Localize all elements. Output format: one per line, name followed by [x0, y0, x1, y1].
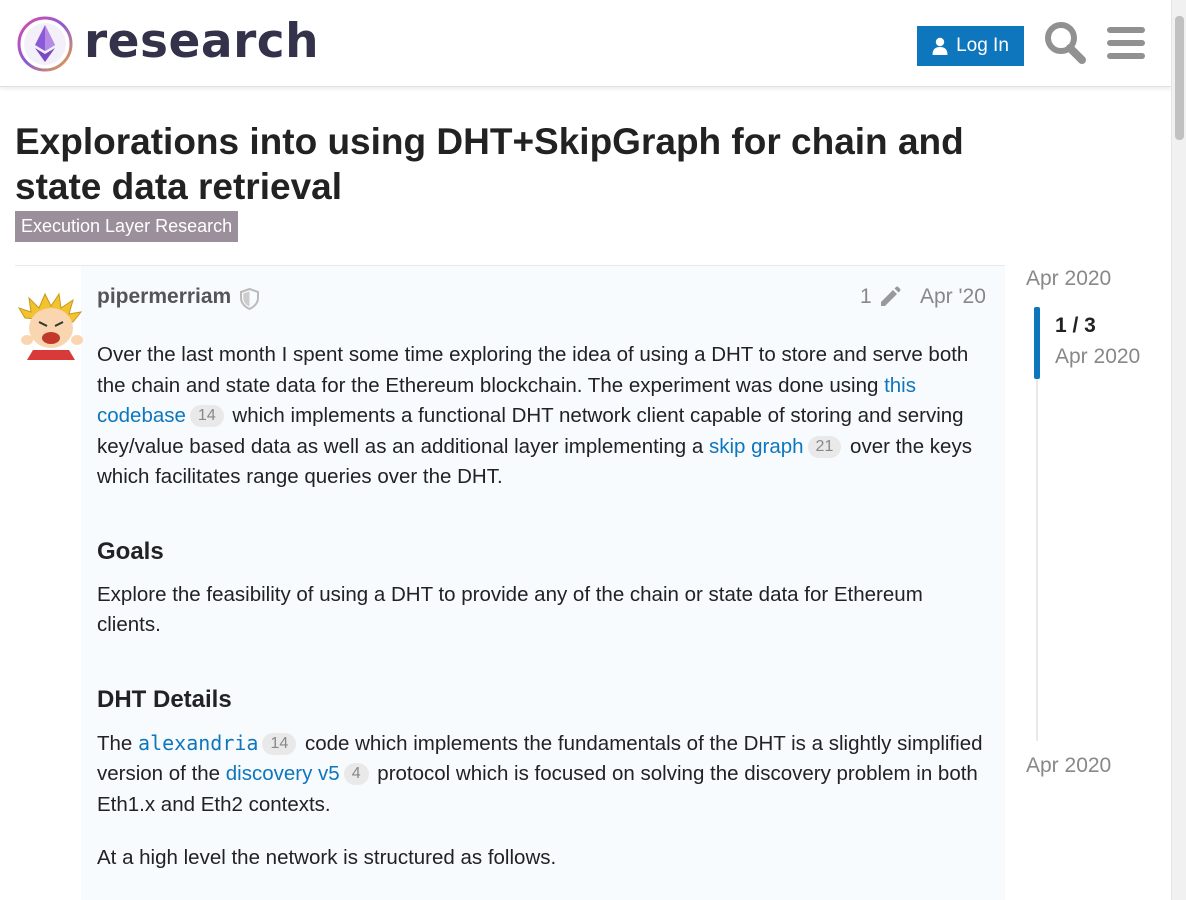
- site-header: research Log In: [0, 0, 1171, 87]
- link-click-count: 21: [807, 435, 842, 458]
- site-name[interactable]: research: [84, 14, 319, 69]
- login-label: Log In: [956, 35, 1009, 56]
- pencil-icon: [880, 286, 901, 306]
- page-scrollbar[interactable]: [1171, 0, 1186, 900]
- timeline-progress-date: Apr 2020: [1055, 345, 1141, 368]
- alexandria-link[interactable]: alexandria: [138, 730, 259, 755]
- post-username[interactable]: pipermerriam: [97, 285, 231, 309]
- topic-title[interactable]: Explorations into using DHT+SkipGraph fo…: [15, 119, 1015, 209]
- timeline-progress: 1 / 3: [1055, 314, 1096, 337]
- search-icon[interactable]: [1043, 20, 1087, 66]
- goals-paragraph: Explore the feasibility of using a DHT t…: [97, 582, 923, 637]
- timeline-start-date[interactable]: Apr 2020: [1026, 267, 1111, 291]
- edit-history-button[interactable]: 1: [860, 285, 902, 309]
- structure-paragraph: At a high level the network is structure…: [97, 846, 557, 869]
- post-content: Over the last month I spent some time ex…: [97, 340, 987, 874]
- ethereum-research-logo[interactable]: [16, 15, 74, 73]
- post-paragraph: Over the last month I spent some time ex…: [97, 340, 987, 493]
- timeline-handle[interactable]: [1034, 307, 1040, 379]
- paragraph-text: Over the last month I spent some time ex…: [97, 343, 969, 397]
- link-click-count: 14: [189, 405, 224, 427]
- dht-details-heading: DHT Details: [97, 685, 232, 713]
- edit-count: 1: [860, 285, 872, 308]
- link-click-count: 4: [343, 763, 369, 785]
- category-badge[interactable]: Execution Layer Research: [15, 211, 239, 242]
- link-click-count: 14: [262, 732, 297, 755]
- login-button[interactable]: Log In: [917, 26, 1024, 66]
- scrollbar-thumb[interactable]: [1175, 16, 1184, 140]
- post-date[interactable]: Apr '20: [920, 285, 986, 309]
- paragraph-text: The: [97, 731, 139, 755]
- dht-paragraph: The alexandria 14 code which implements t…: [97, 728, 987, 821]
- alexandria-code: alexandria: [138, 730, 259, 755]
- shield-icon: [240, 288, 259, 310]
- hamburger-menu-icon[interactable]: [1106, 24, 1146, 62]
- user-icon: [932, 37, 948, 55]
- timeline-end-date[interactable]: Apr 2020: [1026, 754, 1111, 778]
- goals-heading: Goals: [97, 537, 164, 565]
- user-avatar[interactable]: [15, 288, 87, 360]
- discovery-v5-link[interactable]: discovery v5: [226, 762, 340, 785]
- skip-graph-link[interactable]: skip graph: [709, 435, 804, 458]
